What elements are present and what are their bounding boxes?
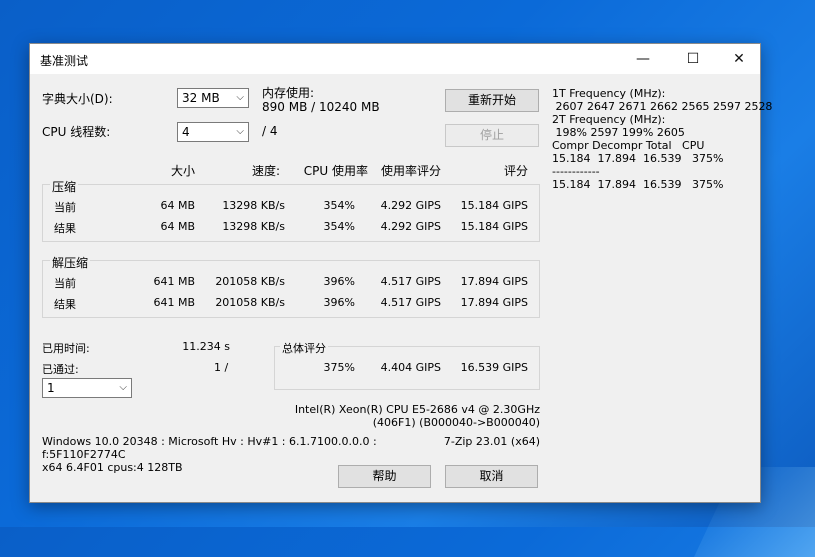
row-size: 641 MB <box>153 296 195 309</box>
chevron-down-icon: ⌵ <box>236 126 244 137</box>
passes-label: 已通过: <box>42 363 79 376</box>
row-speed: 201058 KB/s <box>215 296 285 309</box>
title-bar[interactable]: 基准测试 — ☐ ✕ <box>30 44 760 74</box>
chevron-down-icon: ⌵ <box>236 92 244 103</box>
cpu-threads-total: / 4 <box>262 124 278 138</box>
passes-select-value: 1 <box>47 381 55 395</box>
chevron-down-icon: ⌵ <box>119 382 127 393</box>
freq-line: 15.184 17.894 16.539 375% <box>552 178 724 191</box>
row-rating-per-usage: 4.517 GIPS <box>380 296 441 309</box>
total-rating-label: 总体评分 <box>280 340 328 356</box>
dict-size-value: 32 MB <box>182 91 220 105</box>
cancel-button[interactable]: 取消 <box>445 465 538 488</box>
compress-group-label: 压缩 <box>50 178 79 195</box>
frequency-panel: 1T Frequency (MHz): 2607 2647 2671 2662 … <box>552 87 772 191</box>
row-rating-per-usage: 4.517 GIPS <box>380 275 441 288</box>
dict-size-label: 字典大小(D): <box>42 92 113 106</box>
row-size: 641 MB <box>153 275 195 288</box>
arch-info: x64 6.4F01 cpus:4 128TB <box>42 461 183 474</box>
freq-line: 2T Frequency (MHz): <box>552 113 666 126</box>
header-speed: 速度: <box>251 164 280 178</box>
memory-usage-value: 890 MB / 10240 MB <box>262 100 380 114</box>
header-size: 大小 <box>170 164 195 178</box>
freq-line: Compr Decompr Total CPU <box>552 139 705 152</box>
header-rating: 评分 <box>503 164 528 178</box>
header-rating-per-usage: 使用率评分 <box>380 164 441 178</box>
total-usage: 375% <box>323 361 355 374</box>
freq-line: 15.184 17.894 16.539 375% <box>552 152 724 165</box>
row-name: 结果 <box>54 222 76 235</box>
cpu-id: (406F1) (B000040->B000040) <box>372 416 540 429</box>
row-name: 当前 <box>54 201 76 214</box>
row-speed: 13298 KB/s <box>222 220 285 233</box>
version-label: 7-Zip 23.01 (x64) <box>443 435 540 448</box>
compress-group <box>42 184 540 242</box>
decompress-group-label: 解压缩 <box>50 254 91 271</box>
total-rating: 16.539 GIPS <box>460 361 528 374</box>
row-rating: 15.184 GIPS <box>460 220 528 233</box>
freq-line: 1T Frequency (MHz): <box>552 87 666 100</box>
os-info: Windows 10.0 20348 : Microsoft Hv : Hv#1… <box>42 435 377 448</box>
passes-value: 1 / <box>214 361 229 374</box>
cpu-model: Intel(R) Xeon(R) CPU E5-2686 v4 @ 2.30GH… <box>294 403 540 416</box>
decompress-group <box>42 260 540 318</box>
freq-line: 2607 2647 2671 2662 2565 2597 2528 <box>552 100 773 113</box>
row-rating-per-usage: 4.292 GIPS <box>380 220 441 233</box>
row-size: 64 MB <box>160 220 195 233</box>
window-title: 基准测试 <box>40 54 89 68</box>
row-usage: 354% <box>323 220 355 233</box>
row-name: 当前 <box>54 277 76 290</box>
row-rating: 17.894 GIPS <box>460 296 528 309</box>
cpu-threads-select[interactable]: 4 ⌵ <box>177 122 249 142</box>
benchmark-window: 基准测试 — ☐ ✕ 字典大小(D): 32 MB ⌵ 内存使用: 890 MB… <box>29 43 772 503</box>
dict-size-select[interactable]: 32 MB ⌵ <box>177 88 249 108</box>
elapsed-time-label: 已用时间: <box>42 342 90 355</box>
row-size: 64 MB <box>160 199 195 212</box>
row-speed: 201058 KB/s <box>215 275 285 288</box>
row-rating-per-usage: 4.292 GIPS <box>380 199 441 212</box>
row-speed: 13298 KB/s <box>222 199 285 212</box>
freq-line: 198% 2597 199% 2605 <box>552 126 685 139</box>
memory-usage-label: 内存使用: <box>262 86 315 100</box>
freq-line: ------------ <box>552 165 600 178</box>
passes-select[interactable]: 1 ⌵ <box>42 378 132 398</box>
os-info-2: f:5F110F2774C <box>42 448 126 461</box>
cpu-threads-label: CPU 线程数: <box>42 125 111 139</box>
help-button[interactable]: 帮助 <box>338 465 431 488</box>
row-name: 结果 <box>54 298 76 311</box>
cpu-threads-value: 4 <box>182 125 190 139</box>
row-rating: 17.894 GIPS <box>460 275 528 288</box>
header-cpu-usage: CPU 使用率 <box>303 164 368 178</box>
stop-button[interactable]: 停止 <box>445 124 539 147</box>
row-usage: 354% <box>323 199 355 212</box>
row-usage: 396% <box>323 296 355 309</box>
row-rating: 15.184 GIPS <box>460 199 528 212</box>
total-rating-per-usage: 4.404 GIPS <box>380 361 441 374</box>
row-usage: 396% <box>323 275 355 288</box>
elapsed-time-value: 11.234 s <box>182 340 230 353</box>
minimize-button[interactable]: — <box>620 44 666 74</box>
close-button[interactable]: ✕ <box>716 44 762 74</box>
maximize-button[interactable]: ☐ <box>670 44 716 74</box>
restart-button[interactable]: 重新开始 <box>445 89 539 112</box>
